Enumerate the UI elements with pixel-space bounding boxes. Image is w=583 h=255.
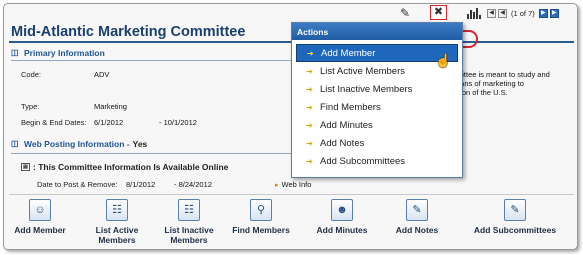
code-value: ADV: [94, 70, 110, 79]
menu-item-label: Add Notes: [320, 137, 365, 149]
list-inactive-members-action[interactable]: ☷ List Inactive Members: [158, 199, 220, 245]
add-minutes-icon: ☻: [331, 199, 353, 221]
pager-text: (1 of 7): [511, 9, 535, 18]
add-notes-action[interactable]: ✎ Add Notes: [391, 199, 443, 235]
menu-item-list-inactive-members[interactable]: ➔ List Inactive Members: [296, 80, 458, 98]
action-label: Add Subcommittees: [473, 225, 557, 235]
online-notice: ▤ : This Committee Information Is Availa…: [21, 162, 228, 172]
primary-info-label: Primary Information: [24, 48, 105, 58]
actions-menu: Actions ➔ Add Member ➔ List Active Membe…: [291, 22, 463, 178]
web-posting-value: Yes: [132, 139, 148, 149]
page-title: Mid-Atlantic Marketing Committee: [11, 24, 246, 40]
action-label: List Active Members: [95, 225, 139, 245]
add-minutes-action[interactable]: ☻ Add Minutes: [311, 199, 373, 235]
mouse-pointer-icon: ☝: [435, 53, 452, 68]
web-posting-heading: ◫ Web Posting Information - Yes: [11, 139, 147, 149]
end-date: - 10/1/2012: [159, 118, 197, 127]
code-label: Code:: [21, 70, 42, 79]
menu-item-find-members[interactable]: ➔ Find Members: [296, 98, 458, 116]
post-date: 8/1/2012: [126, 180, 156, 189]
menu-item-label: Add Member: [321, 47, 376, 59]
find-members-icon: ⚲: [250, 199, 272, 221]
add-member-icon: ☺: [29, 199, 51, 221]
menu-item-label: List Active Members: [320, 65, 405, 77]
arrow-right-icon: ➔: [306, 102, 313, 112]
dates-label: Begin & End Dates:: [21, 118, 87, 127]
action-label: List Inactive Members: [164, 225, 214, 245]
action-label: Find Members: [232, 225, 290, 235]
action-label: Add Member: [14, 225, 66, 235]
description-line: gion of the U.S.: [456, 88, 508, 97]
add-subcommittees-icon: ✎: [504, 199, 526, 221]
first-record-icon[interactable]: ◀: [487, 9, 496, 18]
description-line: mittee is meant to study and: [456, 70, 550, 79]
tools-icon[interactable]: ✖: [430, 5, 447, 20]
menu-item-add-notes[interactable]: ➔ Add Notes: [296, 134, 458, 152]
committee-window: ✎ ✖ ◀ ◀ (1 of 7) ▶ ▶ Mid-Atlantic Market…: [3, 3, 578, 250]
next-record-icon[interactable]: ▶: [538, 9, 548, 18]
record-pager: ◀ ◀ (1 of 7) ▶ ▶: [487, 8, 559, 19]
type-label: Type:: [21, 102, 40, 111]
menu-item-list-active-members[interactable]: ➔ List Active Members: [296, 62, 458, 80]
arrow-right-icon: ➔: [306, 66, 313, 76]
list-inactive-members-icon: ☷: [178, 199, 200, 221]
menu-item-add-member[interactable]: ➔ Add Member: [296, 44, 458, 62]
prev-record-icon[interactable]: ◀: [498, 9, 507, 18]
top-toolbar: ✎ ✖ ◀ ◀ (1 of 7) ▶ ▶: [4, 4, 577, 20]
arrow-right-icon: ➔: [306, 120, 313, 130]
actions-divider: [9, 194, 574, 195]
add-member-action[interactable]: ☺ Add Member: [10, 199, 70, 235]
section-toggle-icon[interactable]: ◫: [11, 140, 21, 148]
section-toggle-icon[interactable]: ◫: [11, 49, 21, 57]
action-label: Add Minutes: [316, 225, 368, 235]
web-page-icon: ▤: [21, 163, 30, 171]
description-line: eans of marketing to: [456, 79, 524, 88]
actions-menu-header: Actions: [292, 23, 462, 40]
primary-info-heading: ◫ Primary Information: [11, 48, 105, 58]
find-members-action[interactable]: ⚲ Find Members: [226, 199, 296, 235]
add-notes-icon: ✎: [406, 199, 428, 221]
menu-item-label: Add Subcommittees: [320, 155, 406, 167]
web-info-label: Web Info: [281, 180, 312, 189]
arrow-right-icon: ▸: [275, 181, 279, 189]
pencil-icon[interactable]: ✎: [400, 7, 412, 19]
web-posting-label: Web Posting Information -: [24, 139, 130, 149]
list-active-members-action[interactable]: ☷ List Active Members: [88, 199, 146, 245]
section-divider: [11, 153, 291, 154]
arrow-right-icon: ➔: [307, 48, 314, 58]
online-notice-text: : This Committee Information Is Availabl…: [33, 162, 229, 172]
action-label: Add Notes: [395, 225, 439, 235]
post-date-label: Date to Post & Remove:: [37, 180, 118, 189]
menu-item-label: List Inactive Members: [320, 83, 413, 95]
arrow-right-icon: ➔: [306, 156, 313, 166]
menu-item-label: Add Minutes: [320, 119, 373, 131]
menu-item-add-subcommittees[interactable]: ➔ Add Subcommittees: [296, 152, 458, 170]
section-divider: [11, 60, 291, 61]
bar-chart-icon[interactable]: [467, 7, 481, 19]
last-record-icon[interactable]: ▶: [549, 9, 559, 18]
menu-item-label: Find Members: [320, 101, 381, 113]
menu-item-add-minutes[interactable]: ➔ Add Minutes: [296, 116, 458, 134]
committee-description: mittee is meant to study and eans of mar…: [456, 70, 574, 97]
begin-date: 6/1/2012: [94, 118, 124, 127]
web-info-link[interactable]: ▸ Web Info: [275, 180, 311, 189]
arrow-right-icon: ➔: [306, 138, 313, 148]
add-subcommittees-action[interactable]: ✎ Add Subcommittees: [468, 199, 562, 235]
type-value: Marketing: [94, 102, 127, 111]
remove-date: - 8/24/2012: [174, 180, 212, 189]
arrow-right-icon: ➔: [306, 84, 313, 94]
list-active-members-icon: ☷: [106, 199, 128, 221]
